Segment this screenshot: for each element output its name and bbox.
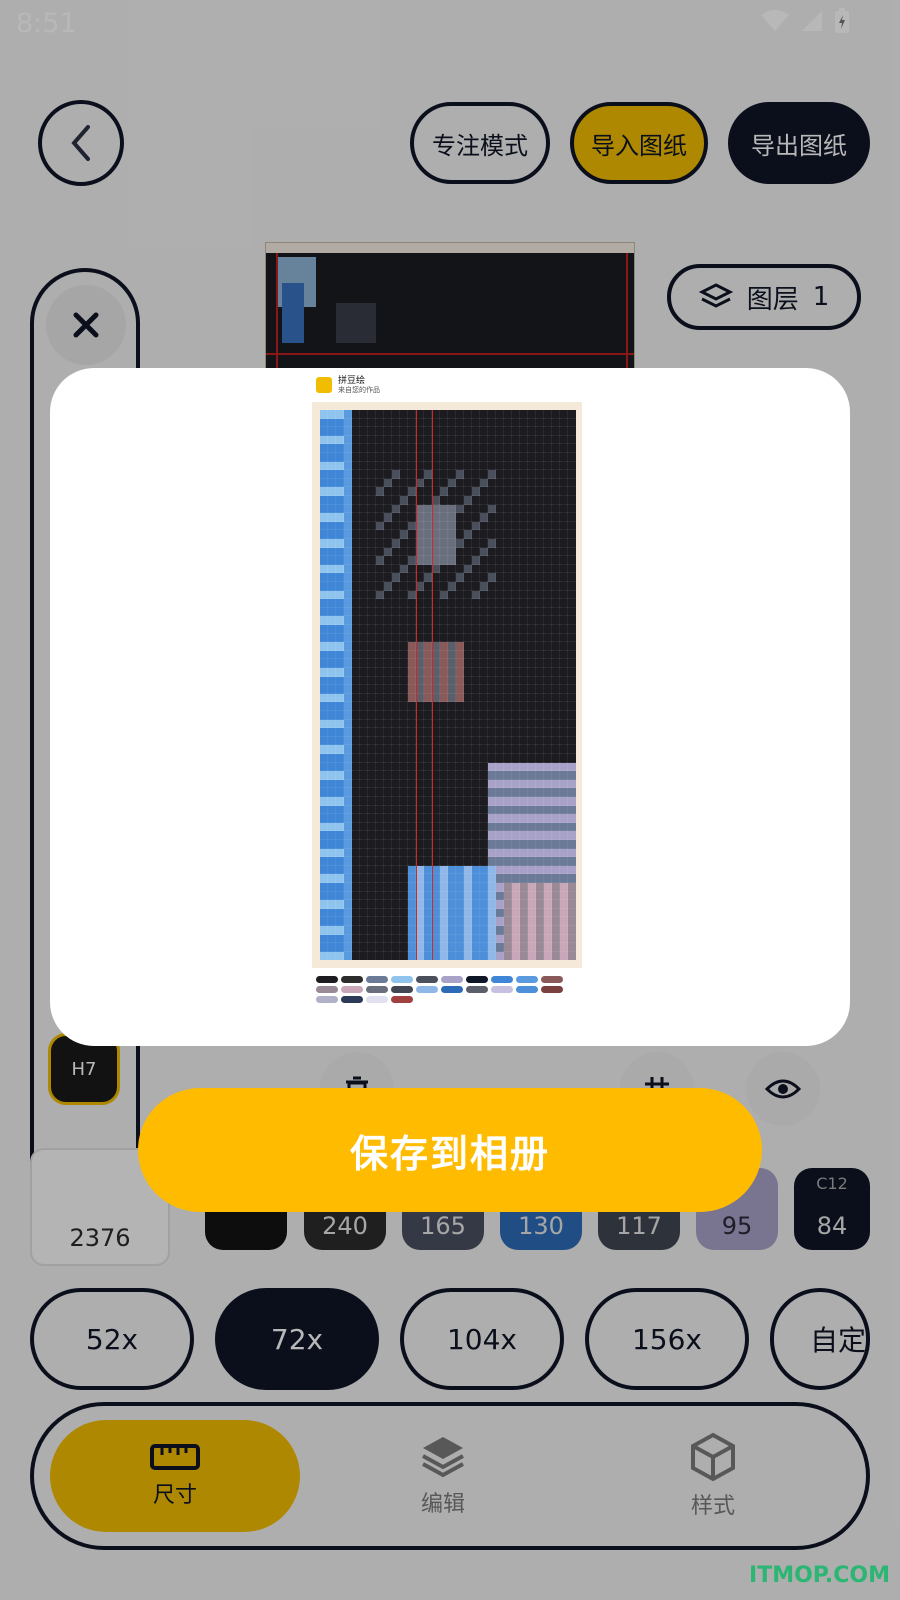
pattern-image	[320, 410, 576, 960]
pattern-sheet: 拼豆绘 来自您的作品	[310, 372, 584, 1040]
sheet-subtitle: 来自您的作品	[338, 386, 380, 394]
app-logo-icon	[316, 377, 332, 393]
export-preview-dialog: 拼豆绘 来自您的作品	[50, 368, 850, 1046]
sheet-title: 拼豆绘	[338, 376, 366, 386]
color-legend	[316, 976, 580, 1003]
watermark: ITMOP.COM	[749, 1563, 890, 1588]
sheet-header: 拼豆绘 来自您的作品	[316, 376, 380, 394]
pattern-grid	[312, 402, 582, 968]
save-to-album-button[interactable]: 保存到相册	[138, 1088, 762, 1212]
